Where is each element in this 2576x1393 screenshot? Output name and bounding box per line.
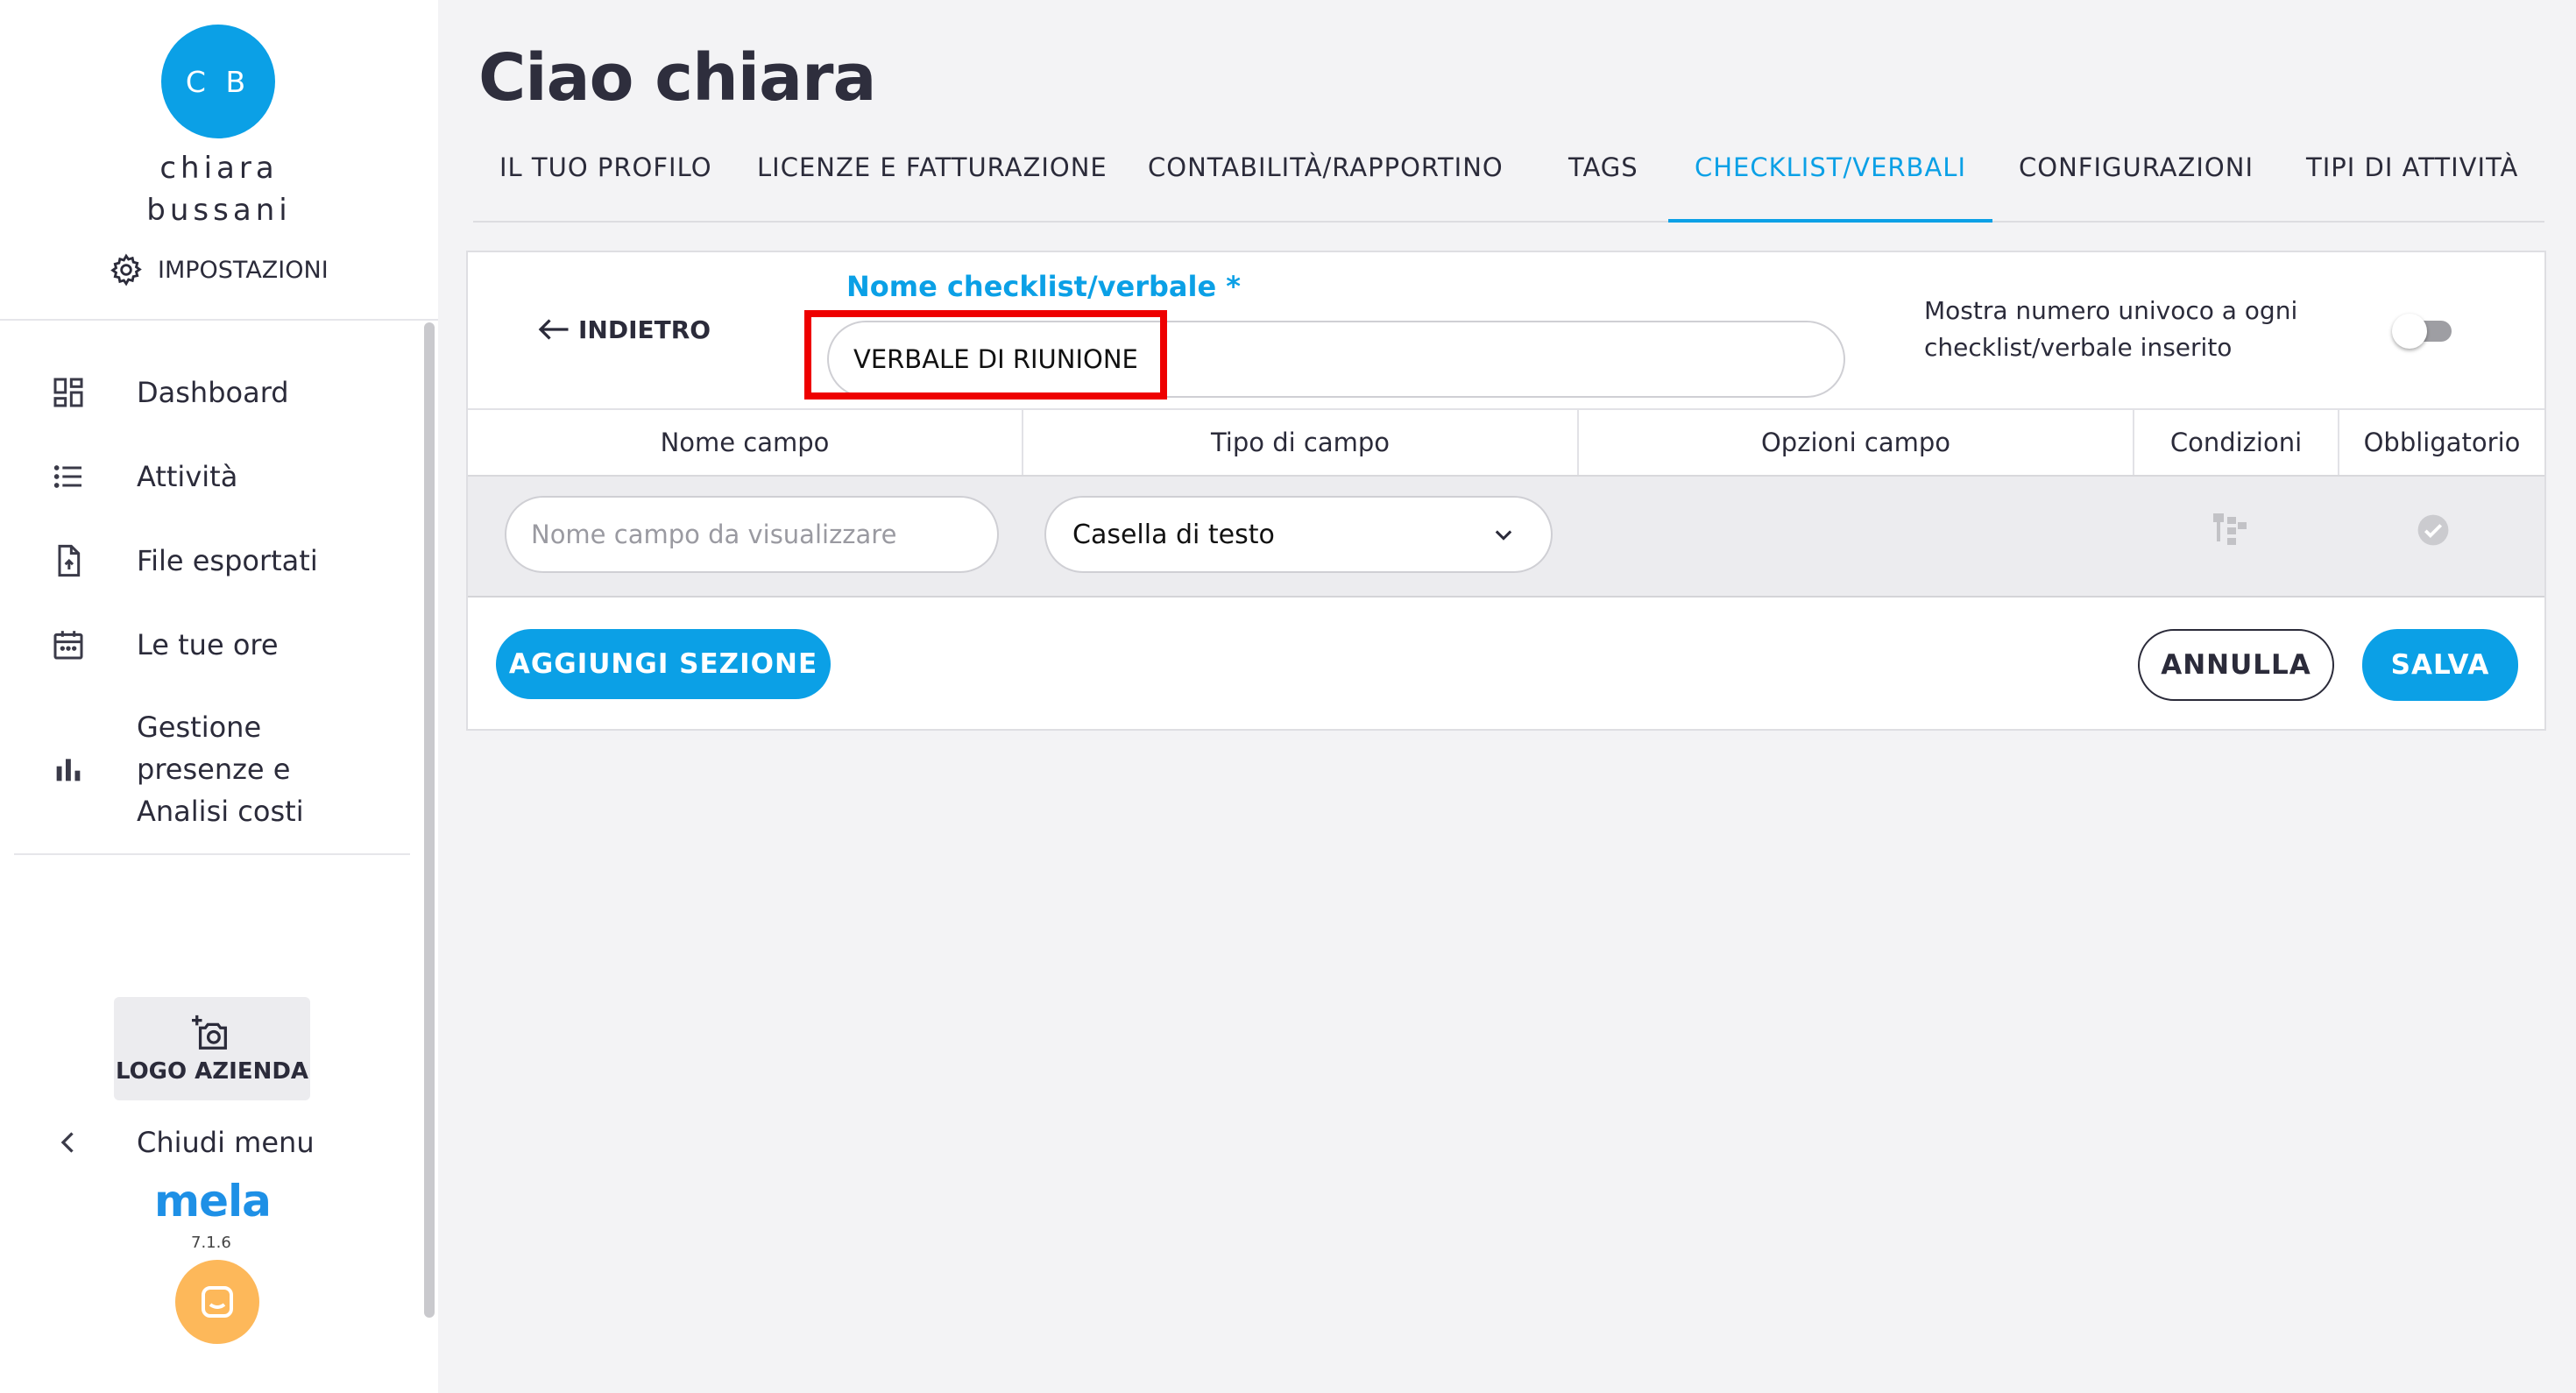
- toggle-knob[interactable]: [2392, 314, 2427, 349]
- list-icon: [49, 457, 88, 496]
- brand-logo: mela: [154, 1176, 272, 1227]
- avatar[interactable]: C B: [161, 25, 275, 138]
- tab-profilo[interactable]: IL TUO PROFILO: [499, 152, 712, 182]
- gear-icon: [109, 252, 144, 287]
- cancel-button[interactable]: ANNULLA: [2138, 629, 2334, 701]
- back-button[interactable]: INDIETRO: [536, 312, 711, 347]
- tab-tipi-attivita[interactable]: TIPI DI ATTIVITÀ: [2306, 152, 2518, 182]
- field-name-input[interactable]: Nome campo da visualizzare: [505, 496, 999, 573]
- tab-tags[interactable]: TAGS: [1568, 152, 1638, 182]
- close-menu-label: Chiudi menu: [137, 1126, 315, 1159]
- conditions-icon[interactable]: [2212, 512, 2250, 552]
- sidebar-scrollbar[interactable]: [424, 322, 435, 1318]
- page-title: Ciao chiara: [478, 40, 876, 116]
- sidebar-divider: [0, 319, 438, 321]
- add-section-button[interactable]: AGGIUNGI SEZIONE: [496, 629, 831, 699]
- user-last-name: bussani: [146, 193, 292, 228]
- settings-label: IMPOSTAZIONI: [158, 256, 329, 284]
- camera-add-icon: [190, 1013, 234, 1053]
- bar-chart-icon: [49, 750, 88, 788]
- tab-licenze[interactable]: LICENZE E FATTURAZIONE: [757, 152, 1108, 182]
- app-version: 7.1.6: [191, 1234, 231, 1252]
- sidebar-item-gestione-presenze[interactable]: Gestione presenze e Analisi costi: [49, 711, 417, 828]
- fields-table-header: Nome campo Tipo di campo Opzioni campo C…: [468, 408, 2544, 477]
- sidebar-item-label: File esportati: [137, 544, 318, 577]
- field-type-select[interactable]: Casella di testo: [1044, 496, 1553, 573]
- sidebar-item-label: Gestione presenze e Analisi costi: [137, 711, 304, 828]
- column-header: Condizioni: [2134, 410, 2339, 475]
- sidebar-item-attivita[interactable]: Attività: [49, 456, 417, 498]
- mandatory-check-icon[interactable]: [2417, 513, 2450, 550]
- column-header: Nome campo: [468, 410, 1023, 475]
- column-header: Tipo di campo: [1023, 410, 1579, 475]
- field-type-value: Casella di testo: [1072, 519, 1275, 550]
- sidebar-item-le-tue-ore[interactable]: Le tue ore: [49, 624, 417, 666]
- sidebar-item-file-esportati[interactable]: File esportati: [49, 540, 417, 582]
- sidebar-divider: [14, 853, 410, 855]
- tabs-divider: [473, 221, 2544, 223]
- tab-contabilita[interactable]: CONTABILITÀ/RAPPORTINO: [1148, 152, 1504, 182]
- settings-link[interactable]: IMPOSTAZIONI: [109, 252, 329, 287]
- tab-configurazioni[interactable]: CONFIGURAZIONI: [2019, 152, 2254, 182]
- user-first-name: chiara: [159, 151, 279, 186]
- sidebar-item-label: Le tue ore: [137, 628, 279, 661]
- sidebar-item-label: Dashboard: [137, 376, 289, 409]
- logo-button-label: LOGO AZIENDA: [115, 1058, 309, 1085]
- checklist-name-label: Nome checklist/verbale *: [846, 270, 1242, 303]
- chat-launcher-button[interactable]: [175, 1260, 259, 1344]
- column-header: Opzioni campo: [1579, 410, 2134, 475]
- logo-upload-button[interactable]: LOGO AZIENDA: [114, 997, 310, 1100]
- calendar-icon: [49, 626, 88, 664]
- file-export-icon: [49, 541, 88, 580]
- arrow-left-icon: [536, 316, 571, 343]
- save-button[interactable]: SALVA: [2362, 629, 2518, 701]
- sidebar-item-label: Attività: [137, 460, 238, 493]
- column-header: Obbligatorio: [2363, 428, 2521, 457]
- active-tab-indicator: [1668, 219, 1992, 223]
- sidebar-item-dashboard[interactable]: Dashboard: [49, 371, 417, 414]
- highlight-box: [804, 310, 1167, 400]
- chevron-down-icon: [1491, 522, 1516, 547]
- chat-icon: [196, 1281, 238, 1323]
- back-label: INDIETRO: [578, 315, 711, 344]
- unique-number-toggle-label: Mostra numero univoco a ogni checklist/v…: [1924, 296, 2298, 362]
- tab-checklist[interactable]: CHECKLIST/VERBALI: [1695, 152, 1966, 182]
- dashboard-icon: [49, 373, 88, 412]
- close-menu-button[interactable]: Chiudi menu: [53, 1121, 315, 1163]
- chevron-left-icon: [53, 1127, 84, 1158]
